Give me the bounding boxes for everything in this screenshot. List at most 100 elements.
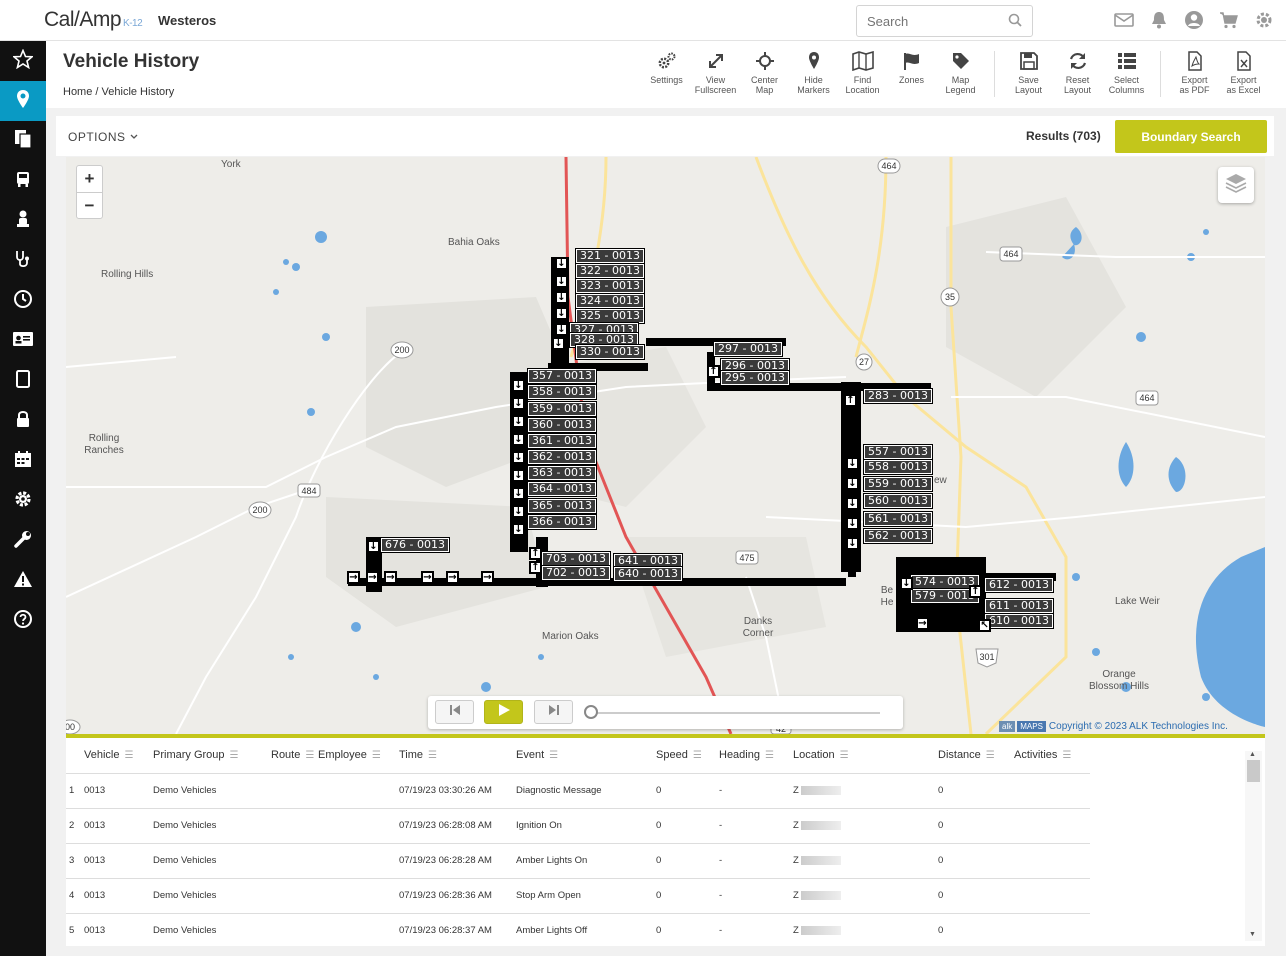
direction-arrow-icon[interactable]: ↓ xyxy=(555,291,568,304)
direction-arrow-icon[interactable]: ↓ xyxy=(555,323,568,336)
route-marker-label[interactable]: 361 - 0013 xyxy=(527,433,597,449)
direction-arrow-icon[interactable]: ↓ xyxy=(846,477,859,490)
hide-markers-button[interactable]: Hide Markers xyxy=(789,51,838,97)
route-marker-label[interactable]: 321 - 0013 xyxy=(575,248,645,264)
options-dropdown[interactable]: OPTIONS xyxy=(68,130,139,144)
direction-arrow-icon[interactable]: ↓ xyxy=(846,517,859,530)
column-menu-icon[interactable]: ☰ xyxy=(372,750,381,761)
sidebar-item-bus[interactable] xyxy=(0,161,46,201)
column-header-route[interactable]: Route ☰ xyxy=(271,738,318,774)
center-map-button[interactable]: Center Map xyxy=(740,51,789,97)
column-header-heading[interactable]: Heading ☰ xyxy=(719,738,793,774)
column-menu-icon[interactable]: ☰ xyxy=(124,750,133,761)
zoom-out-button[interactable]: − xyxy=(77,192,102,218)
column-header-employee[interactable]: Employee ☰ xyxy=(318,738,399,774)
sidebar-item-help[interactable] xyxy=(0,601,46,641)
route-marker-label[interactable]: 324 - 0013 xyxy=(575,293,645,309)
sidebar-item-favorites[interactable] xyxy=(0,41,46,81)
direction-arrow-icon[interactable]: ↓ xyxy=(367,540,380,553)
direction-arrow-icon[interactable]: ↓ xyxy=(512,523,525,536)
route-marker-label[interactable]: 559 - 0013 xyxy=(863,476,933,492)
route-marker-label[interactable]: 676 - 0013 xyxy=(380,537,450,553)
direction-arrow-icon[interactable]: ↓ xyxy=(900,577,913,590)
route-marker-label[interactable]: 359 - 0013 xyxy=(527,401,597,417)
table-row[interactable]: 2 0013 Demo Vehicles 07/19/23 06:28:08 AM Ig… xyxy=(66,808,1090,844)
playback-slider-knob[interactable] xyxy=(584,705,598,719)
sidebar-item-tools[interactable] xyxy=(0,521,46,561)
scroll-down-icon[interactable]: ▼ xyxy=(1249,931,1256,938)
route-marker-label[interactable]: 561 - 0013 xyxy=(863,511,933,527)
direction-arrow-icon[interactable]: ↓ xyxy=(555,307,568,320)
skip-forward-button[interactable] xyxy=(534,700,573,724)
view-fullscreen-button[interactable]: View Fullscreen xyxy=(691,51,740,97)
column-header-time[interactable]: Time ☰ xyxy=(399,738,516,774)
column-menu-icon[interactable]: ☰ xyxy=(305,750,314,761)
route-marker-label[interactable]: 362 - 0013 xyxy=(527,449,597,465)
route-marker-label[interactable]: 283 - 0013 xyxy=(863,388,933,404)
column-menu-icon[interactable]: ☰ xyxy=(428,750,437,761)
direction-arrow-icon[interactable]: ↑ xyxy=(969,585,982,598)
sidebar-item-alerts[interactable] xyxy=(0,561,46,601)
column-menu-icon[interactable]: ☰ xyxy=(986,750,995,761)
playback-slider-track[interactable] xyxy=(588,712,880,714)
route-marker-label[interactable]: 323 - 0013 xyxy=(575,278,645,294)
save-layout-button[interactable]: Save Layout xyxy=(1004,51,1053,97)
direction-arrow-icon[interactable]: ↓ xyxy=(846,457,859,470)
direction-arrow-icon[interactable]: ↓ xyxy=(512,379,525,392)
sidebar-item-documents[interactable] xyxy=(0,121,46,161)
sidebar-item-health[interactable] xyxy=(0,241,46,281)
column-menu-icon[interactable]: ☰ xyxy=(693,750,702,761)
table-row[interactable]: 5 0013 Demo Vehicles 07/19/23 06:28:37 AM Am… xyxy=(66,913,1090,946)
table-row[interactable]: 4 0013 Demo Vehicles 07/19/23 06:28:36 AM St… xyxy=(66,878,1090,914)
zones-button[interactable]: Zones xyxy=(887,51,936,97)
direction-arrow-icon[interactable]: ↓ xyxy=(512,397,525,410)
export-pdf-button[interactable]: Export as PDF xyxy=(1170,51,1219,97)
search-icon[interactable] xyxy=(1008,13,1022,32)
route-marker-label[interactable]: 562 - 0013 xyxy=(863,528,933,544)
sidebar-item-calendar[interactable] xyxy=(0,441,46,481)
route-marker-label[interactable]: 640 - 0013 xyxy=(613,566,683,582)
app-logo[interactable]: Cal/Amp K-12 xyxy=(44,8,143,32)
column-header-activities[interactable]: Activities ☰ xyxy=(1014,738,1090,774)
direction-arrow-icon[interactable]: ↓ xyxy=(846,537,859,550)
route-marker-label[interactable]: 364 - 0013 xyxy=(527,481,597,497)
direction-arrow-icon[interactable]: ↖ xyxy=(978,619,991,632)
direction-arrow-icon[interactable]: ↓ xyxy=(512,433,525,446)
direction-arrow-icon[interactable]: ↓ xyxy=(555,275,568,288)
route-marker-label[interactable]: 360 - 0013 xyxy=(527,417,597,433)
column-header-speed[interactable]: Speed ☰ xyxy=(656,738,719,774)
zoom-in-button[interactable]: + xyxy=(77,166,102,192)
route-marker-label[interactable]: 297 - 0013 xyxy=(713,341,783,357)
table-scrollbar[interactable]: ▲ ▼ xyxy=(1245,751,1262,941)
sidebar-item-map[interactable] xyxy=(0,81,46,121)
column-header-vehicle[interactable]: Vehicle ☰ xyxy=(84,738,153,774)
route-marker-label[interactable]: 557 - 0013 xyxy=(863,444,933,460)
column-menu-icon[interactable]: ☰ xyxy=(765,750,774,761)
sidebar-item-id-cards[interactable] xyxy=(0,321,46,361)
direction-arrow-icon[interactable]: ↑ xyxy=(707,365,720,378)
route-marker-label[interactable]: 560 - 0013 xyxy=(863,493,933,509)
select-columns-button[interactable]: Select Columns xyxy=(1102,51,1151,97)
direction-arrow-icon[interactable]: ↓ xyxy=(512,487,525,500)
column-header-primary-group[interactable]: Primary Group ☰ xyxy=(153,738,271,774)
sidebar-item-security[interactable] xyxy=(0,401,46,441)
direction-arrow-icon[interactable]: ↓ xyxy=(846,497,859,510)
route-marker-label[interactable]: 322 - 0013 xyxy=(575,263,645,279)
direction-arrow-icon[interactable]: ↓ xyxy=(552,337,565,350)
direction-arrow-icon[interactable]: ↑ xyxy=(844,394,857,407)
column-header-distance[interactable]: Distance ☰ xyxy=(938,738,1014,774)
direction-arrow-icon[interactable]: → xyxy=(916,617,929,630)
direction-arrow-icon[interactable]: → xyxy=(421,571,434,584)
sidebar-item-devices[interactable] xyxy=(0,361,46,401)
route-marker-label[interactable]: 641 - 0013 xyxy=(613,553,683,569)
scrollbar-thumb[interactable] xyxy=(1247,760,1260,782)
bell-icon[interactable] xyxy=(1148,9,1170,31)
column-header-event[interactable]: Event ☰ xyxy=(516,738,656,774)
direction-arrow-icon[interactable]: ↓ xyxy=(512,505,525,518)
map-view[interactable]: 464 464 35 27 464 200 484 200 475 301 42… xyxy=(66,157,1265,734)
route-marker-label[interactable]: 358 - 0013 xyxy=(527,384,597,400)
route-marker-label[interactable]: 363 - 0013 xyxy=(527,465,597,481)
route-marker-label[interactable]: 611 - 0013 xyxy=(984,598,1054,614)
reset-layout-button[interactable]: Reset Layout xyxy=(1053,51,1102,97)
scroll-up-icon[interactable]: ▲ xyxy=(1249,751,1256,758)
